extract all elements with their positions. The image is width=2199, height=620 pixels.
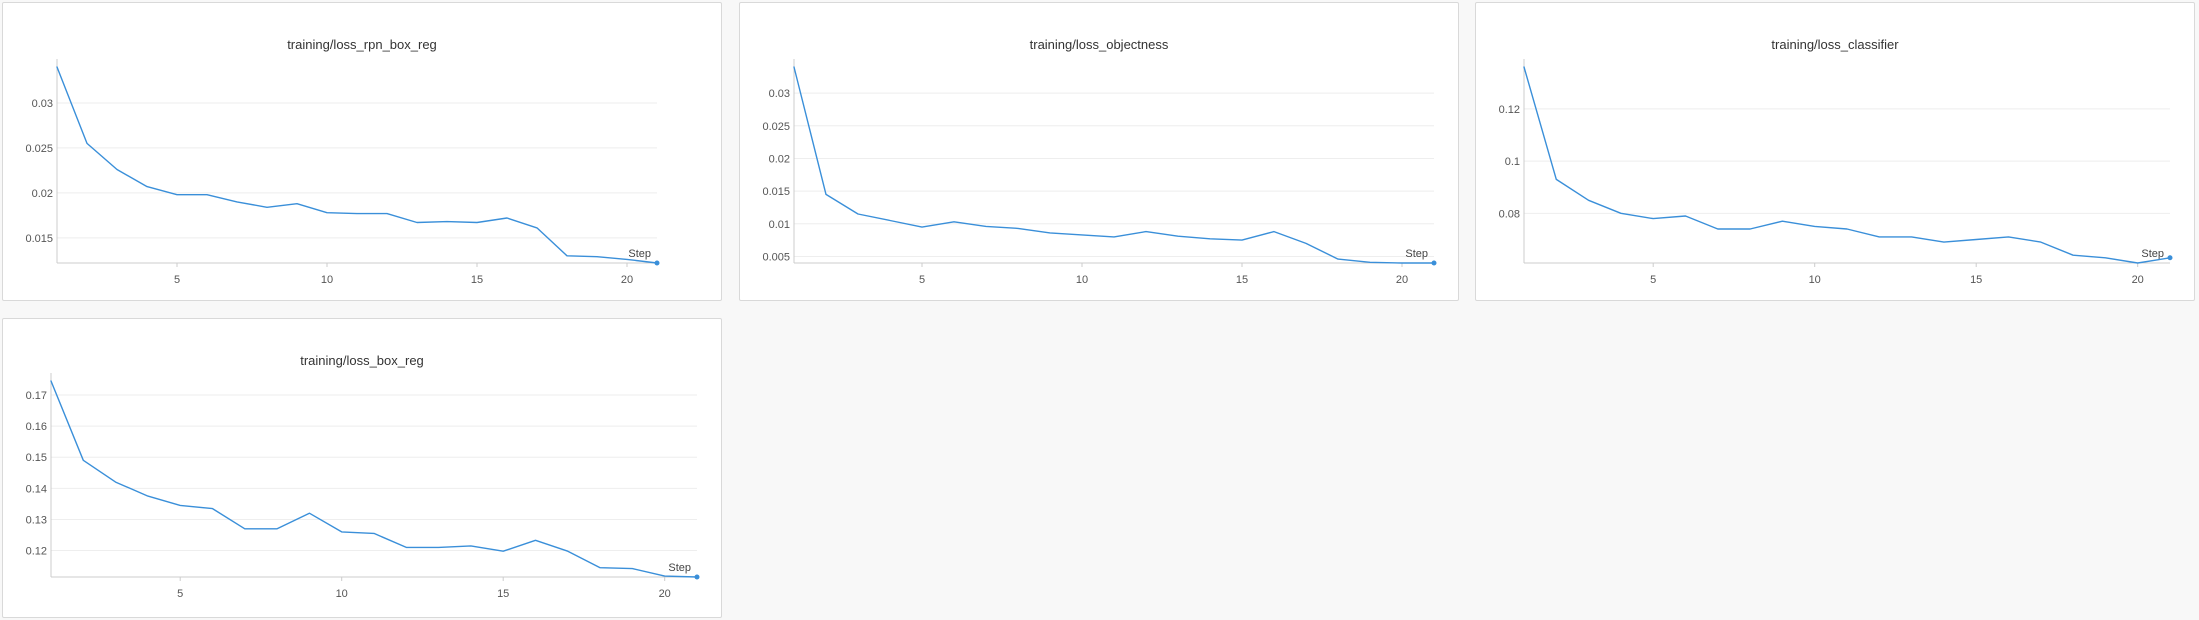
series-line <box>1523 66 2171 264</box>
x-tick-label: 5 <box>174 274 180 286</box>
x-axis-label: Step <box>2141 248 2164 260</box>
line-chart-loss-rpn-box-reg: 0.015 0.02 0.025 0.03 5 10 15 20 Step <box>25 59 660 286</box>
x-tick-label: 20 <box>2132 274 2144 286</box>
y-tick-label: 0.025 <box>762 121 790 133</box>
series-end-point <box>654 260 660 266</box>
y-tick-label: 0.03 <box>32 98 53 110</box>
chart-panel-loss-objectness: training/loss_objectness 0.005 0.01 0.015 0… <box>739 2 1459 301</box>
series-line <box>50 380 698 578</box>
x-tick-label: 20 <box>621 274 633 286</box>
x-tick-label: 20 <box>659 588 671 600</box>
x-tick-label: 10 <box>1076 274 1088 286</box>
x-tick-label: 5 <box>1650 274 1656 286</box>
y-tick-label: 0.12 <box>26 546 47 558</box>
y-tick-label: 0.17 <box>26 390 47 402</box>
y-tick-label: 0.1 <box>1505 156 1520 168</box>
chart-panel-loss-classifier: training/loss_classifier 0.08 0.1 0.12 5 10 1… <box>1475 2 2195 301</box>
series-line <box>56 66 658 264</box>
x-tick-label: 15 <box>1236 274 1248 286</box>
y-tick-label: 0.08 <box>1499 208 1520 220</box>
x-tick-label: 10 <box>321 274 333 286</box>
x-axis-label: Step <box>668 562 691 574</box>
y-tick-label: 0.16 <box>26 421 47 433</box>
series-end-point <box>1431 260 1437 266</box>
x-tick-label: 15 <box>497 588 509 600</box>
x-tick-label: 10 <box>1809 274 1821 286</box>
x-tick-label: 5 <box>177 588 183 600</box>
x-tick-label: 15 <box>471 274 483 286</box>
x-tick-label: 15 <box>1970 274 1982 286</box>
x-tick-label: 10 <box>336 588 348 600</box>
series-end-point <box>2167 255 2173 261</box>
chart-panel-loss-box-reg: training/loss_box_reg 0.12 0.13 0.14 0.15 0.… <box>2 318 722 618</box>
x-axis-label: Step <box>1405 248 1428 260</box>
y-tick-label: 0.15 <box>26 452 47 464</box>
y-tick-label: 0.02 <box>32 188 53 200</box>
y-tick-label: 0.015 <box>25 233 53 245</box>
chart-panel-loss-rpn-box-reg: training/loss_rpn_box_reg 0.015 0.02 0.025… <box>2 2 722 301</box>
x-axis-label: Step <box>628 248 651 260</box>
series-line <box>793 66 1435 264</box>
x-tick-label: 5 <box>919 274 925 286</box>
y-tick-label: 0.13 <box>26 514 47 526</box>
y-tick-label: 0.015 <box>762 186 790 198</box>
line-chart-loss-classifier: 0.08 0.1 0.12 5 10 15 20 Step <box>1499 59 2173 286</box>
line-chart-loss-objectness: 0.005 0.01 0.015 0.02 0.025 0.03 5 10 15 20 Step <box>762 59 1437 286</box>
y-tick-label: 0.01 <box>769 219 790 231</box>
y-tick-label: 0.14 <box>26 483 47 495</box>
y-tick-label: 0.02 <box>769 153 790 165</box>
x-tick-label: 20 <box>1396 274 1408 286</box>
y-tick-label: 0.12 <box>1499 104 1520 116</box>
y-tick-label: 0.025 <box>25 143 53 155</box>
y-tick-label: 0.005 <box>762 251 790 263</box>
y-tick-label: 0.03 <box>769 88 790 100</box>
line-chart-loss-box-reg: 0.12 0.13 0.14 0.15 0.16 0.17 5 10 15 20 Step <box>26 373 700 600</box>
series-end-point <box>694 574 700 580</box>
